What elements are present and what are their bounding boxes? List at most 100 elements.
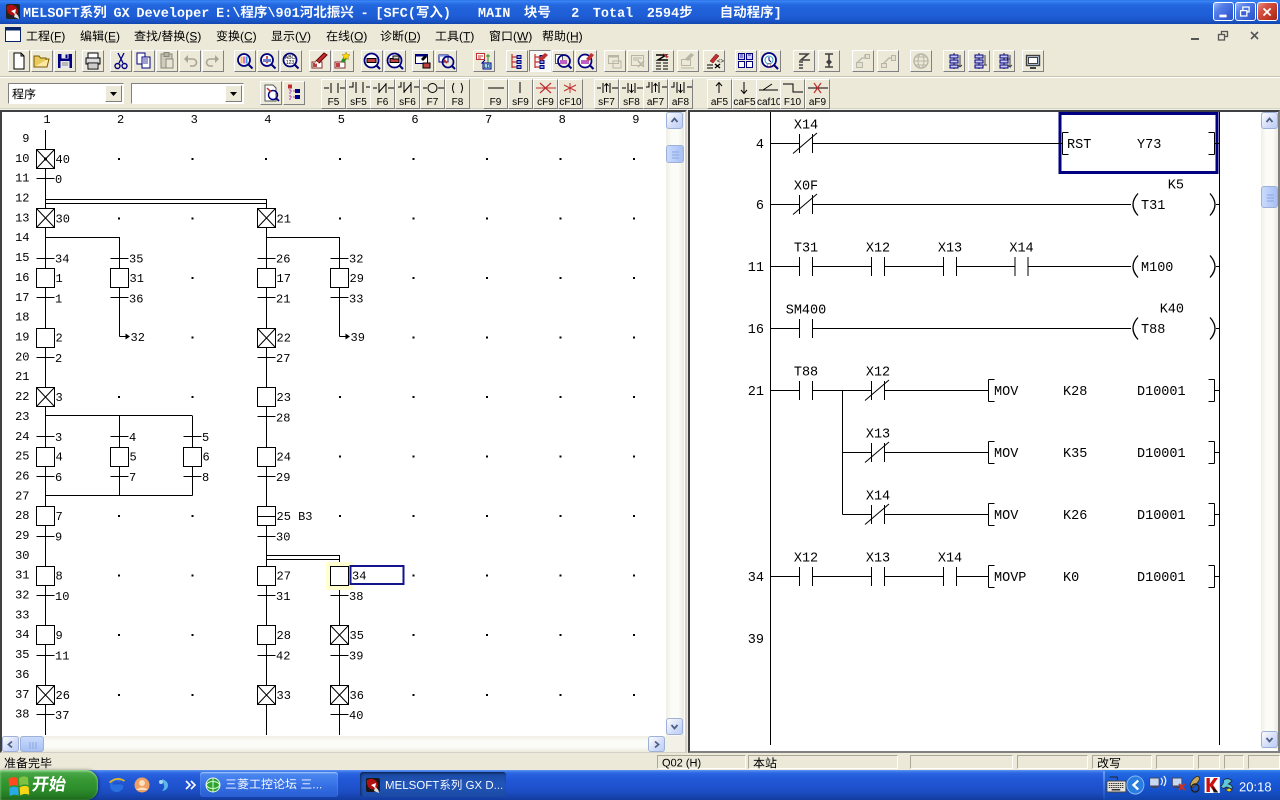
svg-text:3: 3: [56, 391, 63, 405]
svg-text:9: 9: [22, 132, 29, 146]
svg-text:D10001: D10001: [1137, 509, 1186, 524]
svg-text:K40: K40: [1160, 303, 1184, 318]
svg-text:34: 34: [352, 570, 366, 584]
svg-text:X12: X12: [794, 552, 818, 567]
svg-text:X13: X13: [866, 552, 890, 567]
svg-text:21: 21: [276, 292, 290, 306]
svg-text:9: 9: [55, 531, 62, 545]
svg-text:123: 123: [286, 60, 295, 66]
svg-text:K35: K35: [1063, 447, 1087, 462]
svg-text:36: 36: [129, 292, 143, 306]
svg-text:X12: X12: [866, 242, 890, 257]
svg-text:21: 21: [748, 385, 764, 400]
svg-text:K0: K0: [1063, 571, 1079, 586]
svg-text:33: 33: [349, 292, 363, 306]
svg-text:21: 21: [277, 212, 291, 226]
svg-text:8: 8: [202, 471, 209, 485]
svg-text:2: 2: [55, 352, 62, 366]
svg-text:9: 9: [632, 113, 639, 127]
svg-text:6: 6: [756, 199, 764, 214]
svg-text:X13: X13: [938, 242, 962, 257]
svg-text:MOV: MOV: [994, 447, 1019, 462]
svg-text:14: 14: [15, 231, 29, 245]
svg-text:22: 22: [277, 332, 291, 346]
svg-text:T31: T31: [1141, 199, 1165, 214]
svg-text:2: 2: [117, 113, 124, 127]
svg-text:32: 32: [131, 331, 145, 345]
svg-text:4: 4: [756, 138, 764, 153]
svg-text:7: 7: [485, 113, 492, 127]
svg-text:38: 38: [349, 590, 363, 604]
svg-text:34: 34: [748, 571, 764, 586]
svg-text:30: 30: [276, 531, 290, 545]
svg-text:7: 7: [129, 471, 136, 485]
svg-text:X13: X13: [866, 428, 890, 443]
svg-text:2: 2: [56, 332, 63, 346]
svg-text:28: 28: [15, 509, 29, 523]
svg-text:40: 40: [56, 153, 70, 167]
svg-text:SM400: SM400: [786, 304, 827, 319]
svg-text:Q: Q: [767, 63, 771, 69]
svg-text:23: 23: [277, 391, 291, 405]
svg-text:5: 5: [202, 431, 209, 445]
svg-text:32: 32: [349, 253, 363, 267]
svg-text:7: 7: [56, 510, 63, 524]
svg-text:32: 32: [15, 589, 29, 603]
svg-text:MOV: MOV: [994, 509, 1019, 524]
svg-text:34: 34: [15, 628, 29, 642]
svg-text:31: 31: [130, 272, 144, 286]
svg-text:42: 42: [276, 650, 290, 664]
svg-text:10: 10: [15, 152, 29, 166]
svg-text:K28: K28: [1063, 385, 1087, 400]
svg-text:<>: <>: [717, 59, 724, 65]
svg-text:29: 29: [350, 272, 364, 286]
svg-text:33: 33: [277, 689, 291, 703]
svg-text:29: 29: [276, 471, 290, 485]
svg-text:Y73: Y73: [1137, 138, 1161, 153]
svg-text:20: 20: [15, 350, 29, 364]
svg-text:X14: X14: [866, 490, 890, 505]
svg-text:25 B3: 25 B3: [277, 510, 313, 524]
svg-text:8: 8: [56, 570, 63, 584]
svg-text:16: 16: [748, 323, 764, 338]
svg-text:21: 21: [15, 370, 29, 384]
svg-text:11: 11: [15, 172, 29, 186]
svg-text:28: 28: [277, 629, 291, 643]
svg-text:33: 33: [15, 608, 29, 622]
svg-text:3: 3: [191, 113, 198, 127]
svg-text:T88: T88: [794, 366, 818, 381]
svg-text:D10001: D10001: [1137, 385, 1186, 400]
svg-text:17: 17: [277, 272, 291, 286]
svg-text:15: 15: [15, 251, 29, 265]
svg-text:4: 4: [56, 451, 63, 465]
svg-text:6: 6: [411, 113, 418, 127]
svg-text:1: 1: [43, 113, 50, 127]
svg-text:13: 13: [15, 211, 29, 225]
svg-text:17: 17: [15, 291, 29, 305]
svg-text:5: 5: [338, 113, 345, 127]
svg-text:38: 38: [15, 708, 29, 722]
svg-text:MOV: MOV: [994, 385, 1019, 400]
svg-text:35: 35: [15, 648, 29, 662]
svg-text:X0F: X0F: [794, 180, 818, 195]
svg-text:24: 24: [15, 430, 29, 444]
svg-text:28: 28: [276, 411, 290, 425]
svg-text:26: 26: [56, 689, 70, 703]
svg-text:37: 37: [15, 688, 29, 702]
svg-text:10: 10: [55, 590, 69, 604]
svg-text:37: 37: [55, 709, 69, 723]
svg-text:16: 16: [15, 271, 29, 285]
svg-text:39: 39: [349, 650, 363, 664]
svg-text:D10001: D10001: [1137, 571, 1186, 586]
svg-text:K26: K26: [1063, 509, 1087, 524]
svg-text:0: 0: [55, 173, 62, 187]
svg-text:K5: K5: [1168, 179, 1184, 194]
svg-text:34: 34: [55, 253, 69, 267]
svg-text:27: 27: [15, 489, 29, 503]
svg-text:X14: X14: [794, 119, 818, 134]
svg-text:11: 11: [55, 650, 69, 664]
svg-text:24: 24: [277, 451, 291, 465]
svg-text:30: 30: [15, 549, 29, 563]
svg-text:25: 25: [15, 450, 29, 464]
svg-text:M100: M100: [1141, 261, 1173, 276]
